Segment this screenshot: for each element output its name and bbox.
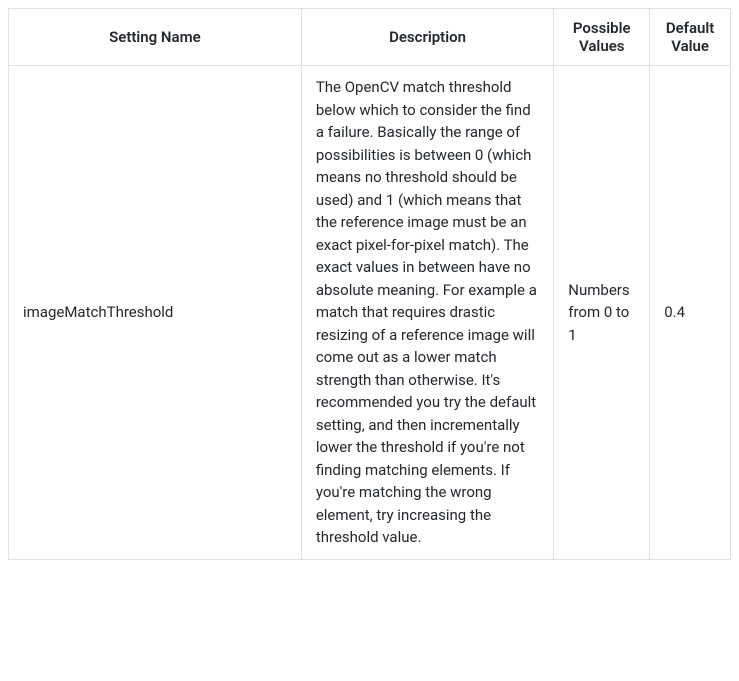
header-default-value: Default Value [650, 9, 731, 66]
table-row: imageMatchThreshold The OpenCV match thr… [9, 66, 731, 560]
cell-description: The OpenCV match threshold below which t… [301, 66, 553, 560]
cell-possible-values: Numbers from 0 to 1 [554, 66, 650, 560]
table-header-row: Setting Name Description Possible Values… [9, 9, 731, 66]
settings-table: Setting Name Description Possible Values… [8, 8, 731, 560]
header-setting-name: Setting Name [9, 9, 302, 66]
header-possible-values: Possible Values [554, 9, 650, 66]
cell-setting-name: imageMatchThreshold [9, 66, 302, 560]
header-description: Description [301, 9, 553, 66]
cell-default-value: 0.4 [650, 66, 731, 560]
